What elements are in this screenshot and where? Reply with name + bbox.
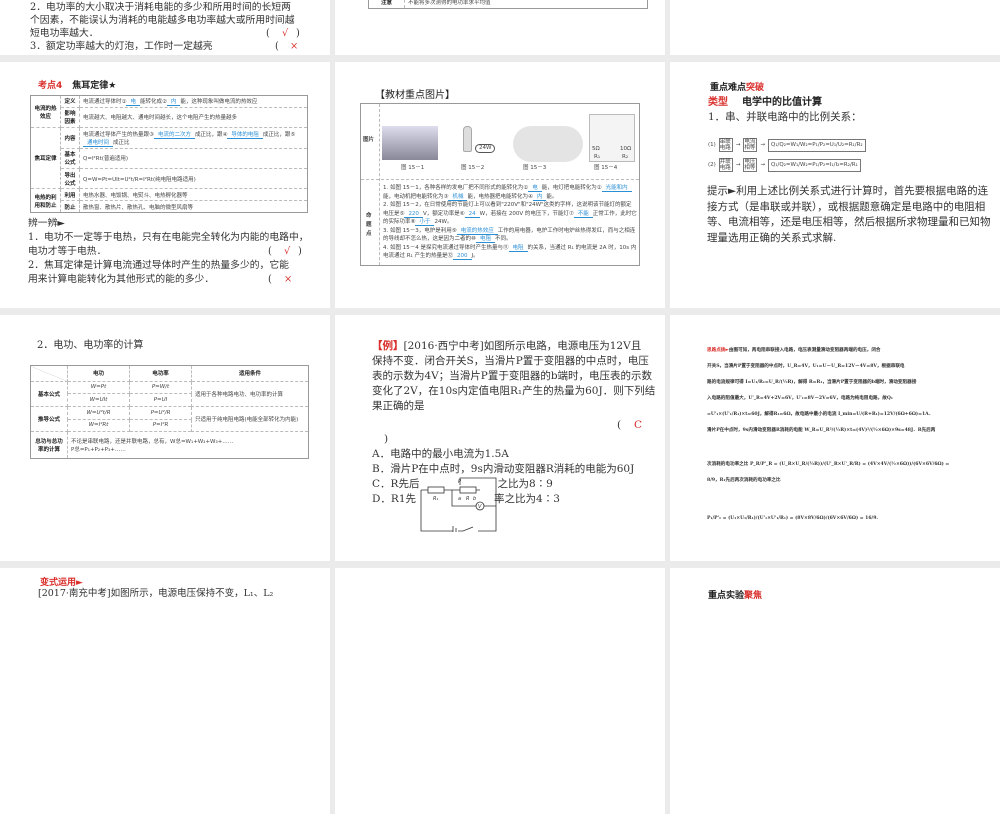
circuit-diagram: R₁P aRb VS xyxy=(420,477,497,532)
slide-solution[interactable]: 思路点拨►由图可知，两电阻串联接入电路，电压表测量滑动变阻器两端的电压，闭合 开… xyxy=(670,315,1000,561)
slide-variant[interactable]: 变式运用► [2017·南充中考]如图所示，电源电压保持不变，L₁、L₂ xyxy=(0,568,330,814)
svg-text:P: P xyxy=(458,479,461,485)
type-heading: 类型 电学中的比值计算 xyxy=(708,97,822,108)
slide-experiment[interactable]: 重点实验聚焦 xyxy=(670,568,1000,814)
note-text: 2．电功率的大小取决于消耗电能的多少和所用时间的长短两 个因素，不能误认为消耗的电… xyxy=(30,2,300,52)
slide-work-power-calc[interactable]: 2．电功、电功率的计算 电功 电功率 适用条件 基本公式 W=Pt P=W/t 适用于各种… xyxy=(0,315,330,561)
answer: C xyxy=(634,419,643,431)
power-plant-image xyxy=(382,126,438,160)
bulb-image xyxy=(463,126,472,152)
section-heading: 【教材重点图片】 xyxy=(375,90,455,101)
series-ratio: (1) 串联电路 → 电流相等 → Q₁/Q₂=W₁/W₂=P₁/P₂=U₁/U₂=R₁/… xyxy=(708,138,866,152)
picture-table: 图片 命题点 24W 5Ω 10Ω R₁ R₂ 图 15－1 图 15－2 图 15… xyxy=(360,103,640,266)
formula-table: 电功 电功率 适用条件 基本公式 W=Pt P=W/t 适用于各种电路电功、电功率的计算 … xyxy=(30,365,309,459)
section-heading: 考点4 焦耳定律★ xyxy=(38,81,117,91)
question-text: [2017·南充中考]如图所示，电源电压保持不变，L₁、L₂ xyxy=(38,588,274,599)
row-label: 图片 xyxy=(363,137,375,143)
parallel-ratio: (2) 并联电路 → 电压相等 → Q₁/Q₂=W₁/W₂=P₁/P₂=I₁/I₂=R₂/… xyxy=(708,158,861,172)
slide-r4c2[interactable] xyxy=(335,568,665,814)
svg-text:R: R xyxy=(466,496,469,502)
section-heading: 重点难点突破 xyxy=(710,83,765,93)
example-question: 【例】[2016·西宁中考]如图所示电路，电源电压为12V且 保持不变．闭合开关… xyxy=(372,339,662,507)
option-b: B．滑片P在中点时，9s内滑动变阻器R消耗的电能为60J xyxy=(372,463,635,475)
key-points: 1. 如图 15－1，各种各样的发电厂把不同形式的能转化为① 电能，电灯把电能转化… xyxy=(383,185,637,260)
svg-text:R₁: R₁ xyxy=(433,496,438,502)
svg-text:a: a xyxy=(458,496,461,502)
svg-text:V: V xyxy=(478,504,482,510)
section-heading: 重点实验聚焦 xyxy=(708,591,763,601)
slide-r1c2[interactable]: 注意 不能将多次测得的电功率求平均值 xyxy=(335,0,665,55)
slide-r1c1[interactable]: 2．电功率的大小取决于消耗电能的多少和所用时间的长短两 个因素，不能误认为消耗的电… xyxy=(0,0,330,55)
discuss-section: 辨一辨► 1．电功不一定等于电热，只有在电能完全转化为内能的电路中， 电功才等于… xyxy=(28,218,309,285)
experiment-image: 5Ω 10Ω R₁ R₂ xyxy=(589,114,635,162)
appliances-image xyxy=(513,126,583,162)
row-label: 命题点 xyxy=(366,213,372,237)
note-table: 注意 不能将多次测得的电功率求平均值 xyxy=(368,0,648,9)
option-a: A．电路中的最小电流为1.5A xyxy=(372,448,509,460)
subtitle: 1．串、并联电路中的比例关系： xyxy=(708,111,862,123)
slide-joule-law[interactable]: 考点4 焦耳定律★ 电流的热效应 定义 电流通过导体时① 电能转化成② 内能，这种现象叫做… xyxy=(0,62,330,308)
slide-ratio-calc[interactable]: 重点难点突破 类型 电学中的比值计算 1．串、并联电路中的比例关系： (1) 串联电… xyxy=(670,62,1000,308)
option-d: D．R1先 率之比为4∶3 xyxy=(372,493,560,505)
option-c: C．R先后 之比为8∶9 xyxy=(372,478,553,490)
slide-r1c3[interactable] xyxy=(670,0,1000,55)
slide-textbook-pictures[interactable]: 【教材重点图片】 图片 命题点 24W 5Ω 10Ω R₁ R₂ 图 15－1 图 … xyxy=(335,62,665,308)
section-heading: 2．电功、电功率的计算 xyxy=(37,340,144,351)
svg-text:b: b xyxy=(473,496,476,502)
tip-text: 提示►利用上述比例关系式进行计算时，首先要根据电路的连 接方式（是串联或并联），或… xyxy=(707,185,991,244)
joule-table: 电流的热效应 定义 电流通过导体时① 电能转化成② 内能，这种现象叫做电流的热效应 影响… xyxy=(30,94,308,213)
solution-text: 思路点拨►由图可知，两电阻串联接入电路，电压表测量滑动变阻器两端的电压，闭合 开… xyxy=(707,348,950,521)
bulb-label: 24W xyxy=(475,144,496,153)
slide-example[interactable]: 【例】[2016·西宁中考]如图所示电路，电源电压为12V且 保持不变．闭合开关… xyxy=(335,315,665,561)
